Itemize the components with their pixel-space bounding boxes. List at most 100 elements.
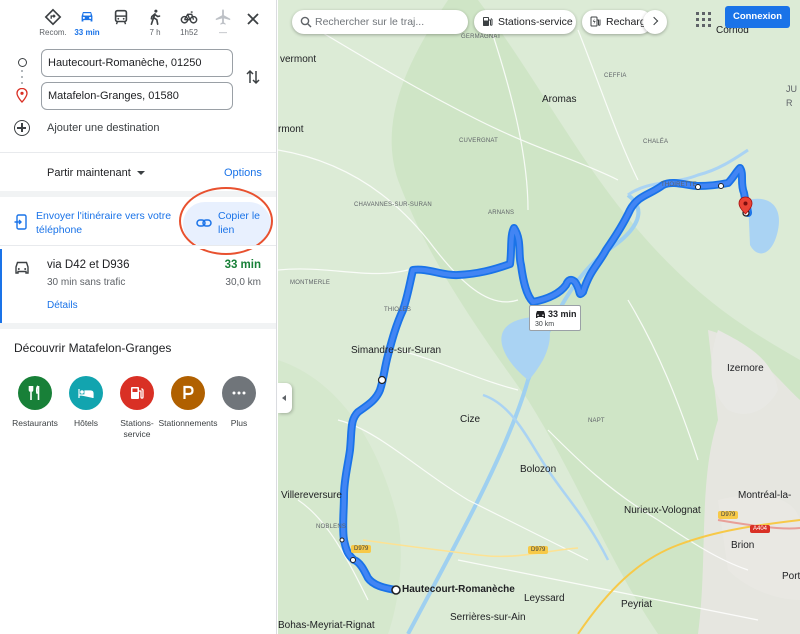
map-label: Cize — [460, 414, 481, 425]
map-label: Aromas — [542, 94, 577, 105]
map-label: CEFFIA — [604, 73, 627, 79]
chip-gas-stations[interactable]: Stations-service — [474, 10, 576, 34]
map-label: THIOLES — [384, 307, 412, 313]
destination-input[interactable]: Matafelon-Granges, 01580 — [41, 82, 233, 110]
send-to-phone-icon — [14, 214, 27, 230]
section-divider — [0, 323, 276, 329]
map-label: Montréal-la- — [738, 490, 792, 501]
send-to-phone-link[interactable]: Envoyer l'itinéraire vers votre téléphon… — [36, 209, 176, 237]
collapse-panel-button[interactable] — [278, 383, 292, 413]
map-label: R — [786, 98, 793, 108]
mode-walk-label: 7 h — [149, 28, 161, 37]
route-option-card[interactable]: via D42 et D936 33 min 30 min sans trafi… — [0, 249, 276, 323]
swap-icon[interactable] — [244, 68, 262, 86]
recommended-icon — [44, 8, 62, 26]
map-label: Izernore — [727, 363, 764, 374]
map-label: CHALÉA — [643, 139, 669, 145]
options-link[interactable]: Options — [224, 167, 262, 179]
map-label: Nurieux-Volognat — [624, 505, 701, 516]
details-link[interactable]: Détails — [47, 300, 78, 311]
map-label: Brion — [731, 540, 755, 551]
mode-flight[interactable]: — — [206, 6, 240, 42]
departure-time-label: Partir maintenant — [47, 167, 131, 179]
road-badge: D979 — [351, 545, 372, 553]
car-icon — [15, 261, 29, 274]
gas-icon — [131, 387, 144, 399]
share-row: Envoyer l'itinéraire vers votre téléphon… — [0, 198, 276, 248]
walk-icon — [150, 9, 161, 26]
callout-distance: 30 km — [535, 321, 555, 328]
chip-charging[interactable]: Recharge — [582, 10, 652, 34]
search-placeholder: Rechercher sur le traj... — [315, 16, 425, 28]
restaurant-icon — [28, 385, 40, 400]
mode-recommended-label: Recom. — [39, 28, 67, 37]
copy-link-button[interactable]: Copier le lien — [183, 202, 271, 246]
charging-icon — [590, 16, 601, 27]
mode-transit[interactable] — [104, 6, 138, 42]
road-badge: A404 — [750, 525, 771, 533]
mode-recommended[interactable]: Recom. — [36, 6, 70, 42]
chips-next-button[interactable] — [643, 10, 667, 34]
mode-flight-label: — — [219, 28, 227, 37]
departure-time-dropdown[interactable]: Partir maintenant — [47, 167, 145, 179]
destination-pin-icon — [16, 88, 28, 103]
map-label: CUVERGNAT — [459, 138, 499, 144]
add-icon — [14, 120, 30, 136]
road-badge: D979 — [528, 546, 549, 554]
caret-down-icon — [136, 171, 145, 176]
car-icon — [536, 311, 545, 318]
apps-grid-icon[interactable] — [694, 10, 714, 30]
discover-title: Découvrir Matafelon-Granges — [14, 341, 172, 355]
maps-app: Recom. 33 min 7 h 1h52 — Hautecourt-Roma… — [0, 0, 800, 634]
route-traffic: 30 min sans trafic — [47, 277, 126, 288]
origin-dot-icon — [18, 58, 27, 67]
map-label: Peyriat — [621, 599, 653, 610]
map-label: Leyssard — [524, 593, 565, 604]
map-label: NAPT — [588, 418, 605, 424]
mode-car[interactable]: 33 min — [70, 6, 104, 42]
hotel-icon — [78, 389, 94, 398]
mode-bike-label: 1h52 — [180, 28, 198, 37]
map-label: rmont — [278, 124, 304, 135]
flight-icon — [215, 9, 231, 25]
road-badge: D979 — [718, 511, 739, 519]
chip-label: Stations-service — [498, 16, 573, 28]
divider — [0, 152, 276, 153]
map-label: Serrières-sur-Ain — [450, 612, 526, 623]
map-label: JU — [786, 84, 797, 94]
origin-input[interactable]: Hautecourt-Romanèche, 01250 — [41, 49, 233, 77]
mode-walk[interactable]: 7 h — [138, 6, 172, 42]
map-label: vermont — [280, 54, 317, 65]
directions-panel: Recom. 33 min 7 h 1h52 — Hautecourt-Roma… — [0, 0, 277, 634]
map-label: Bohas-Meyriat-Rignat — [278, 620, 375, 631]
close-icon[interactable] — [242, 8, 264, 30]
car-icon — [81, 12, 93, 22]
transit-icon — [114, 9, 128, 25]
route-duration: 33 min — [224, 259, 261, 271]
map-label: Port — [782, 571, 800, 582]
search-along-route-input[interactable]: Rechercher sur le traj... — [292, 10, 468, 34]
category-more[interactable]: Plus — [209, 376, 269, 429]
map-label-origin: Hautecourt-Romanèche — [402, 584, 515, 595]
map-label: Bolozon — [520, 464, 557, 475]
parking-icon — [183, 385, 194, 399]
map-canvas[interactable]: Cornod GERMAGNAT vermont Aromas CEFFIA r… — [278, 0, 800, 634]
map-label: Simandre-sur-Suran — [351, 345, 442, 356]
map-label: THOIRETTE — [661, 182, 697, 188]
add-destination-label: Ajouter une destination — [47, 122, 160, 134]
route-time-callout[interactable]: 33 min 30 km — [529, 305, 581, 331]
route-via: via D42 et D936 — [47, 259, 130, 271]
link-icon — [196, 219, 212, 227]
route-distance: 30,0 km — [225, 277, 261, 288]
map-label: Villereversure — [281, 490, 342, 501]
section-divider — [0, 191, 276, 197]
mode-bike[interactable]: 1h52 — [172, 6, 206, 42]
add-destination-button[interactable]: Ajouter une destination — [0, 116, 276, 142]
map-label: ARNANS — [488, 210, 515, 216]
gas-icon — [483, 17, 493, 26]
bike-icon — [180, 11, 198, 24]
copy-link-label: Copier le lien — [218, 210, 261, 236]
map-label: CHAVANNES-SUR-SURAN — [354, 202, 432, 208]
sign-in-button[interactable]: Connexion — [725, 6, 790, 28]
search-icon — [300, 16, 312, 28]
